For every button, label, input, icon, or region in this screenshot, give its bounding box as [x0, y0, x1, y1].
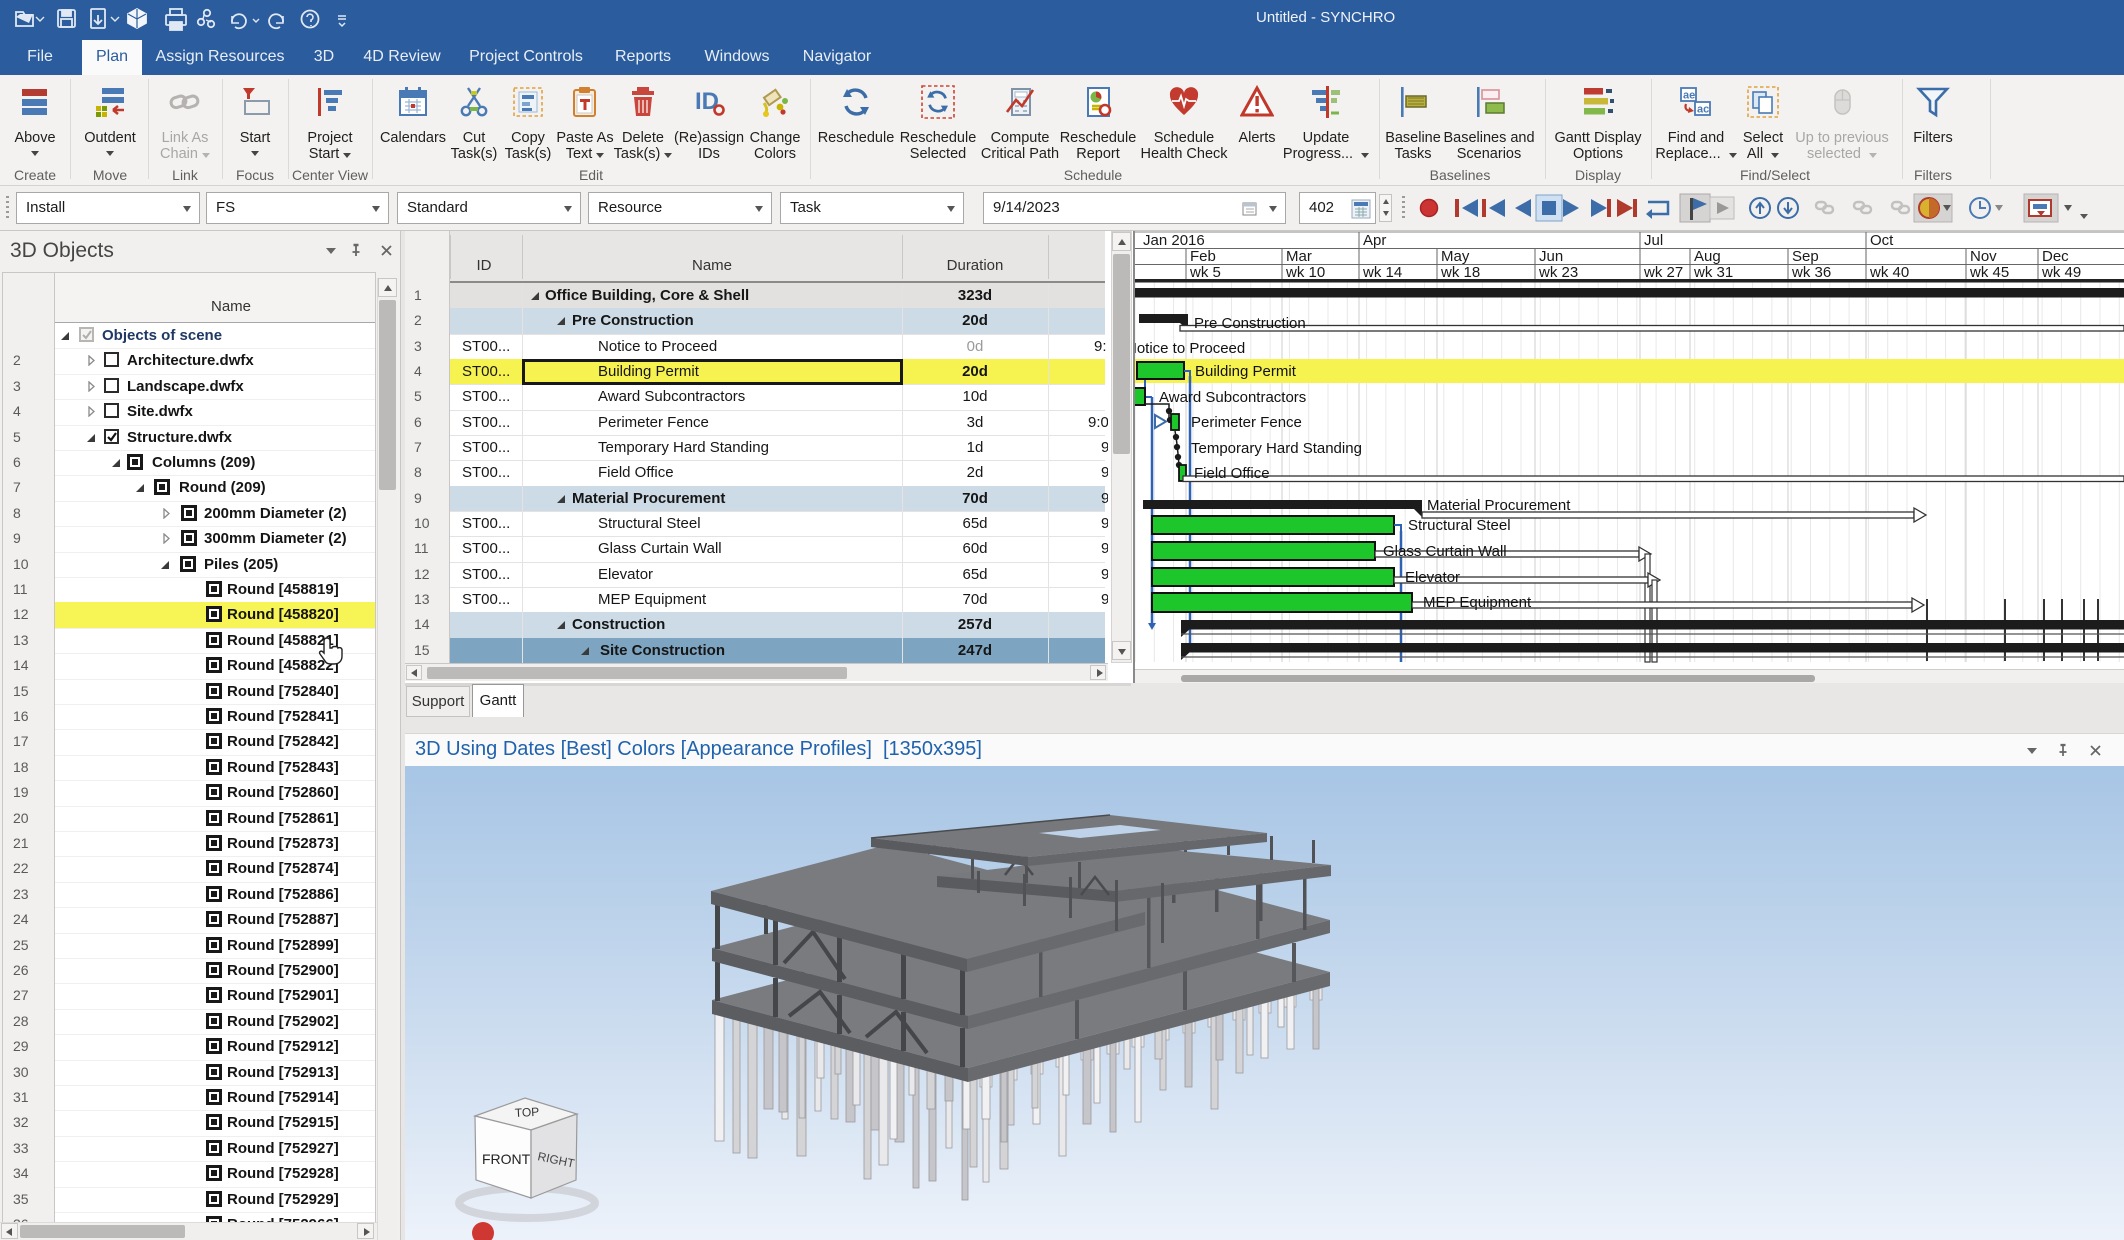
- svg-text:Oct: Oct: [1870, 232, 1894, 249]
- svg-text:wk 10: wk 10: [1285, 264, 1325, 281]
- svg-text:Sep: Sep: [1792, 248, 1819, 265]
- svg-text:FRONT: FRONT: [482, 1151, 531, 1167]
- svg-text:May: May: [1441, 248, 1470, 265]
- svg-text:Material Procurement: Material Procurement: [1427, 497, 1571, 514]
- svg-text:TOP: TOP: [514, 1105, 539, 1120]
- svg-text:wk 49: wk 49: [2041, 264, 2081, 281]
- svg-text:Jul: Jul: [1644, 232, 1663, 249]
- svg-text:Temporary Hard Standing: Temporary Hard Standing: [1191, 440, 1362, 457]
- svg-text:Perimeter Fence: Perimeter Fence: [1191, 414, 1302, 431]
- svg-text:wk 5: wk 5: [1189, 264, 1221, 281]
- svg-text:Aug: Aug: [1694, 248, 1721, 265]
- svg-text:Jun: Jun: [1539, 248, 1563, 265]
- svg-text:Structural Steel: Structural Steel: [1408, 517, 1511, 534]
- svg-text:wk 40: wk 40: [1869, 264, 1909, 281]
- svg-text:Nov: Nov: [1970, 248, 1997, 265]
- svg-text:wk 18: wk 18: [1440, 264, 1480, 281]
- svg-text:ac: ac: [1697, 104, 1709, 116]
- svg-text:wk 31: wk 31: [1693, 264, 1733, 281]
- svg-text:Jan 2016: Jan 2016: [1143, 232, 1205, 249]
- svg-text:wk 23: wk 23: [1538, 264, 1578, 281]
- svg-text:Building Permit: Building Permit: [1195, 363, 1297, 380]
- svg-text:Apr: Apr: [1363, 232, 1386, 249]
- svg-text:Field Office: Field Office: [1194, 465, 1270, 482]
- svg-text:Award Subcontractors: Award Subcontractors: [1159, 389, 1306, 406]
- svg-text:Mar: Mar: [1286, 248, 1312, 265]
- svg-text:wk 36: wk 36: [1791, 264, 1831, 281]
- svg-text:Elevator: Elevator: [1405, 569, 1460, 586]
- svg-text:wk 27: wk 27: [1643, 264, 1683, 281]
- svg-text:Dec: Dec: [2042, 248, 2069, 265]
- svg-text:Feb: Feb: [1190, 248, 1216, 265]
- svg-text:wk 45: wk 45: [1969, 264, 2009, 281]
- svg-text:Glass Curtain Wall: Glass Curtain Wall: [1383, 543, 1507, 560]
- svg-text:wk 14: wk 14: [1362, 264, 1402, 281]
- svg-text:Notice to Proceed: Notice to Proceed: [1135, 340, 1245, 357]
- svg-text:ae: ae: [1683, 90, 1695, 102]
- svg-text:Pre Construction: Pre Construction: [1194, 315, 1306, 332]
- svg-text:MEP Equipment: MEP Equipment: [1423, 594, 1532, 611]
